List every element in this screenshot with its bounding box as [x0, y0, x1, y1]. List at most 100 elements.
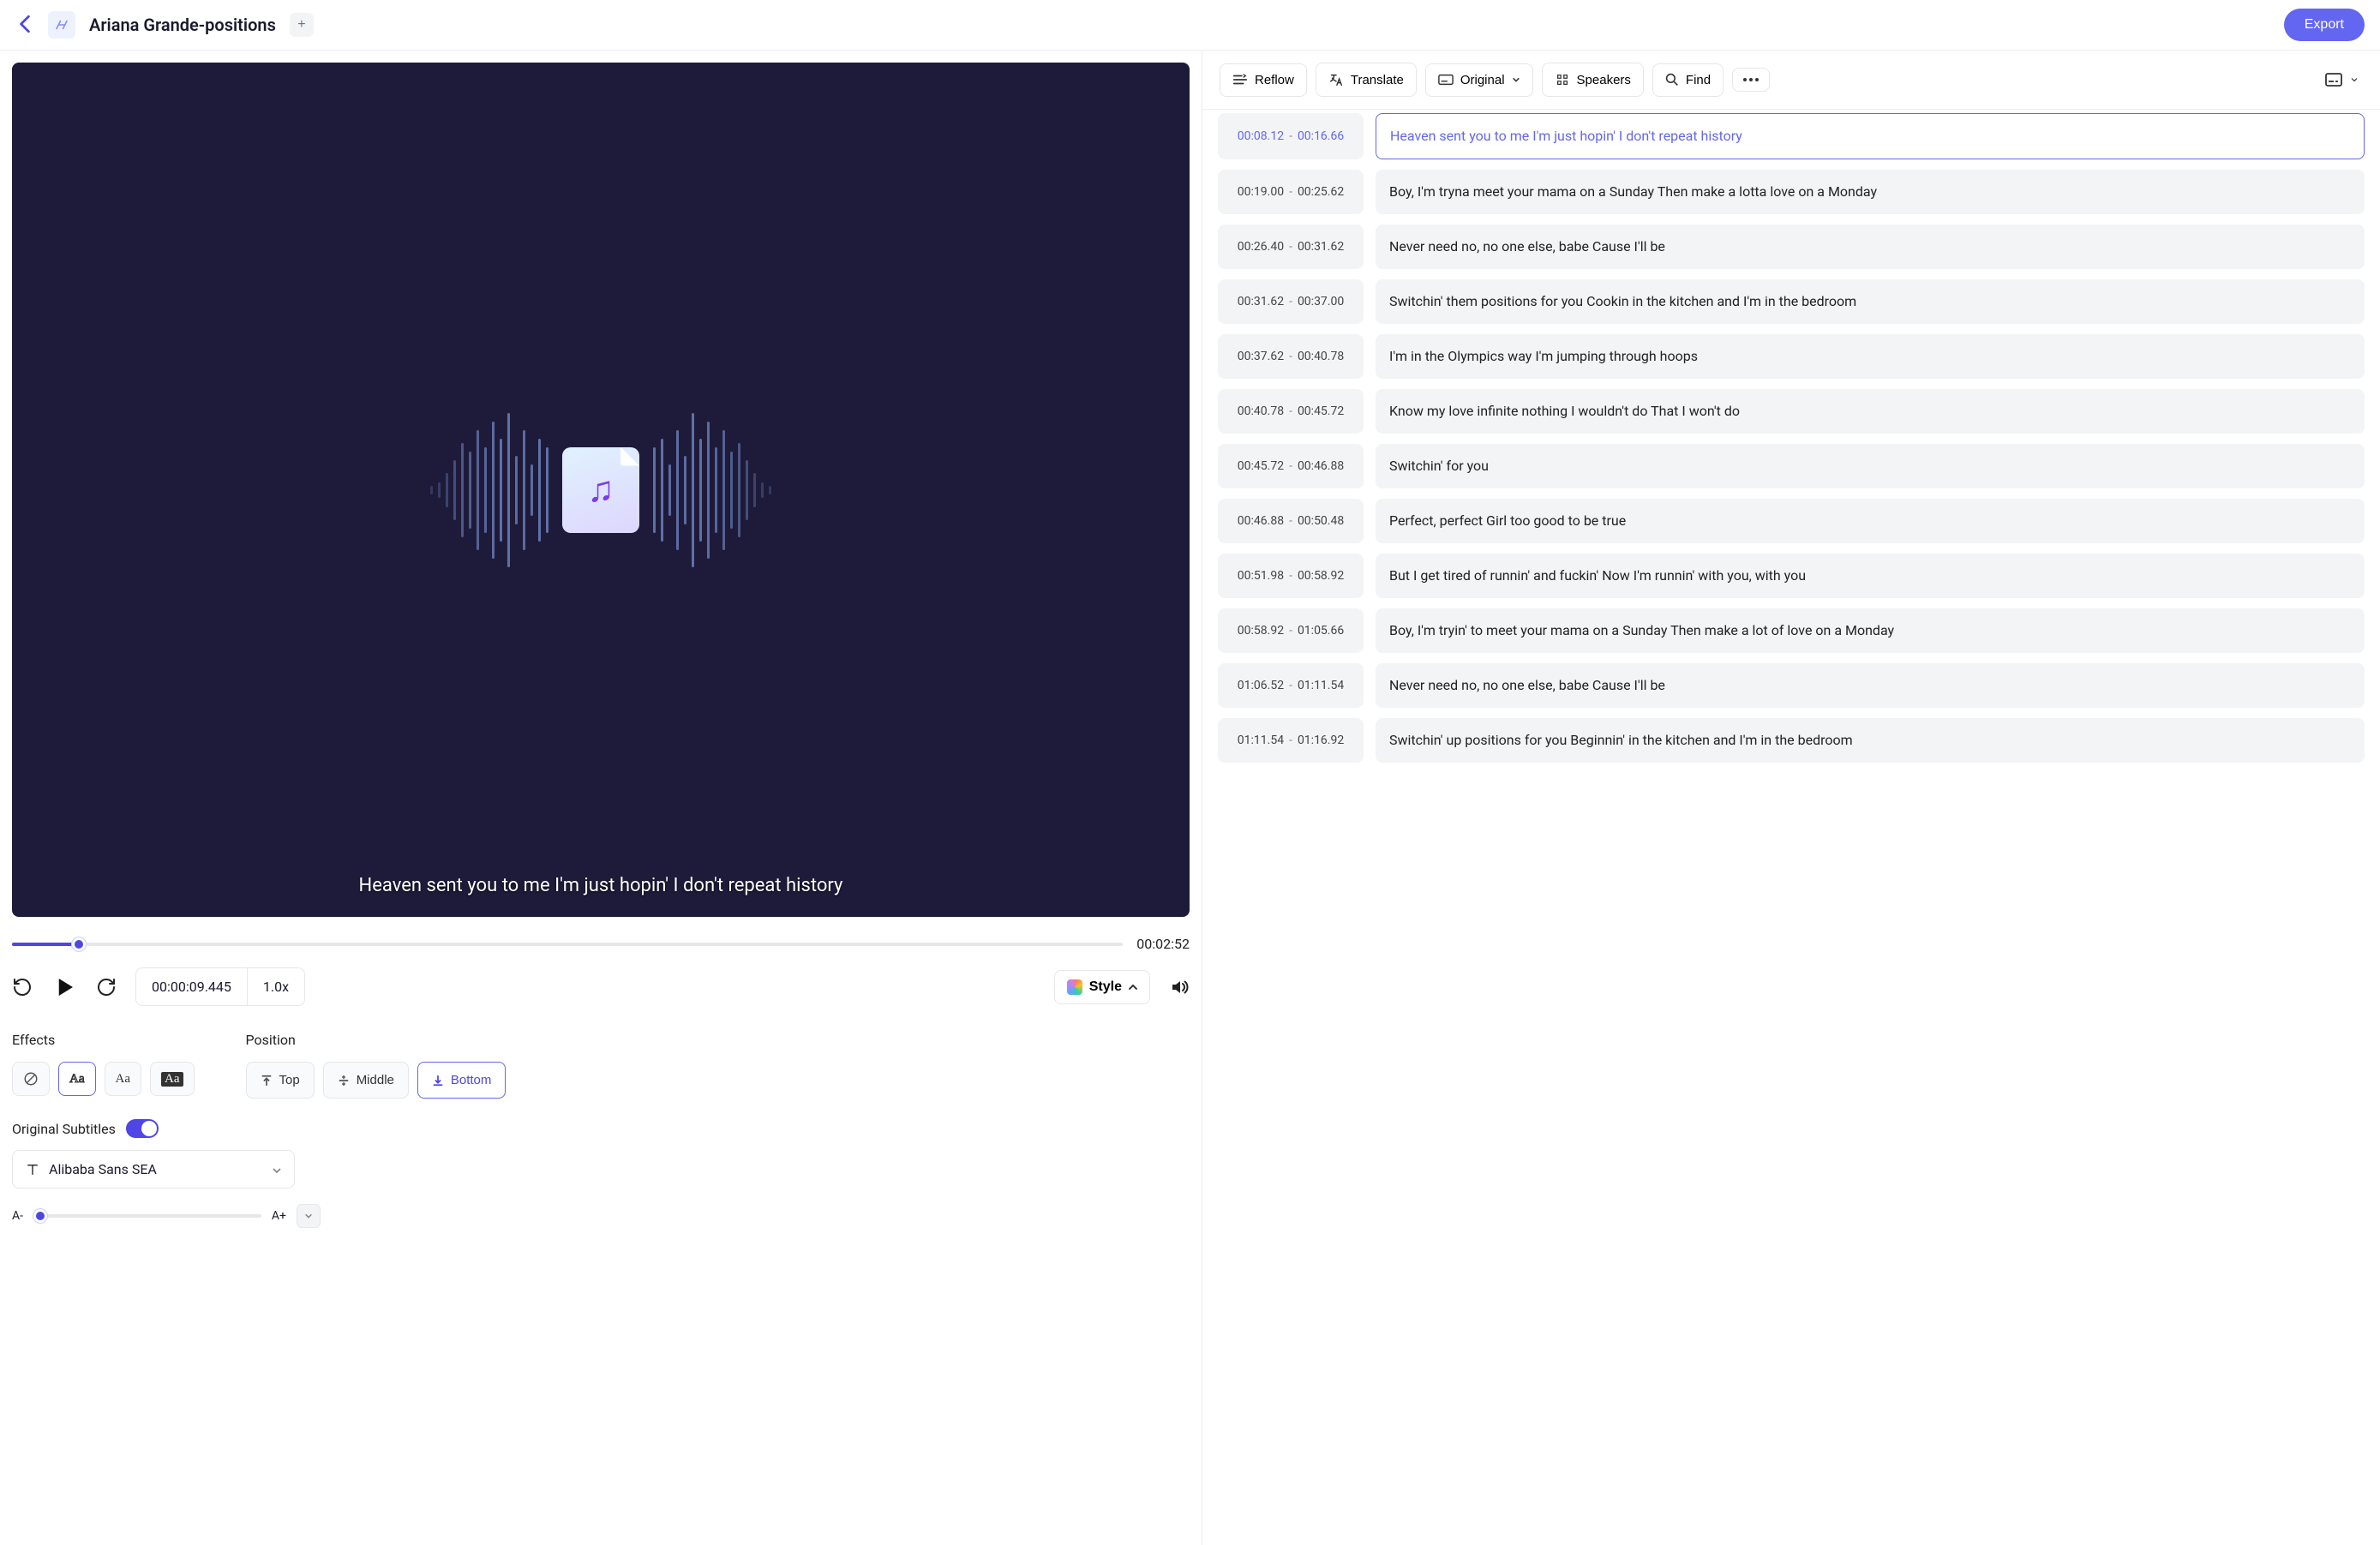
- speakers-label: Speakers: [1577, 73, 1631, 87]
- caption-time[interactable]: 01:11.54-01:16.92: [1218, 718, 1364, 763]
- speakers-button[interactable]: Speakers: [1542, 63, 1644, 97]
- text-icon: [25, 1162, 40, 1177]
- position-top-label: Top: [279, 1073, 300, 1087]
- caption-end: 00:40.78: [1298, 350, 1344, 363]
- caption-end: 01:05.66: [1298, 624, 1344, 638]
- reflow-label: Reflow: [1255, 73, 1294, 87]
- caption-end: 00:58.92: [1298, 569, 1344, 583]
- caption-text[interactable]: Switchin' for you: [1376, 444, 2365, 488]
- chevron-down-icon: [272, 1161, 282, 1177]
- find-label: Find: [1686, 73, 1711, 87]
- caption-time[interactable]: 01:06.52-01:11.54: [1218, 663, 1364, 708]
- dash: -: [1289, 404, 1292, 418]
- position-bottom-button[interactable]: Bottom: [417, 1062, 507, 1099]
- caption-end: 00:25.62: [1298, 185, 1344, 199]
- dash: -: [1289, 679, 1292, 692]
- caption-time[interactable]: 00:26.40-00:31.62: [1218, 225, 1364, 269]
- header-left: Ariana Grande-positions +: [15, 11, 314, 39]
- playback-speed[interactable]: 1.0x: [248, 968, 304, 1005]
- dash: -: [1289, 240, 1292, 254]
- caption-time[interactable]: 00:37.62-00:40.78: [1218, 334, 1364, 379]
- back-button[interactable]: [15, 11, 34, 39]
- play-button[interactable]: [51, 974, 77, 1000]
- style-button-label: Style: [1089, 979, 1122, 995]
- caption-row[interactable]: 00:26.40-00:31.62 Never need no, no one e…: [1218, 225, 2365, 269]
- right-panel: Reflow Translate Original Speakers: [1202, 51, 2380, 1545]
- more-button[interactable]: [1732, 68, 1770, 92]
- total-duration: 00:02:52: [1136, 936, 1190, 952]
- position-top-button[interactable]: Top: [246, 1062, 315, 1099]
- effect-normal-button[interactable]: Aa: [105, 1062, 142, 1096]
- video-preview[interactable]: ♫ Heaven sent you to me I'm just hopin' …: [12, 63, 1190, 917]
- seek-bar[interactable]: [12, 943, 1123, 946]
- add-tab-button[interactable]: +: [290, 13, 314, 37]
- view-mode-button[interactable]: [2320, 67, 2363, 93]
- caption-row[interactable]: 00:58.92-01:05.66 Boy, I'm tryin' to meet…: [1218, 608, 2365, 653]
- project-title: Ariana Grande-positions: [89, 15, 276, 35]
- effect-outline-button[interactable]: Aa: [58, 1062, 96, 1096]
- caption-time[interactable]: 00:51.98-00:58.92: [1218, 554, 1364, 598]
- export-button[interactable]: Export: [2284, 9, 2365, 41]
- original-button[interactable]: Original: [1425, 63, 1533, 97]
- position-middle-button[interactable]: Middle: [323, 1062, 409, 1099]
- caption-row[interactable]: 00:45.72-00:46.88 Switchin' for you: [1218, 444, 2365, 488]
- original-subtitles-toggle[interactable]: [126, 1119, 159, 1138]
- caption-text[interactable]: Switchin' them positions for you Cookin …: [1376, 279, 2365, 324]
- caption-text[interactable]: Know my love infinite nothing I wouldn't…: [1376, 389, 2365, 434]
- caption-text[interactable]: Heaven sent you to me I'm just hopin' I …: [1376, 113, 2365, 159]
- rewind-button[interactable]: [12, 977, 33, 997]
- aa-boxed-icon: Aa: [161, 1072, 183, 1087]
- caption-row[interactable]: 01:11.54-01:16.92 Switchin' up positions …: [1218, 718, 2365, 763]
- caption-row[interactable]: 00:19.00-00:25.62 Boy, I'm tryna meet you…: [1218, 170, 2365, 214]
- find-button[interactable]: Find: [1652, 63, 1724, 97]
- caption-end: 00:16.66: [1298, 129, 1344, 143]
- caption-text[interactable]: Boy, I'm tryin' to meet your mama on a S…: [1376, 608, 2365, 653]
- dash: -: [1289, 185, 1292, 199]
- reflow-button[interactable]: Reflow: [1220, 63, 1307, 97]
- caption-end: 00:45.72: [1298, 404, 1344, 418]
- caption-time[interactable]: 00:19.00-00:25.62: [1218, 170, 1364, 214]
- font-color-picker[interactable]: [297, 1204, 321, 1228]
- chevron-up-icon: [1129, 984, 1137, 991]
- dash: -: [1289, 514, 1292, 528]
- caption-text[interactable]: Switchin' up positions for you Beginnin'…: [1376, 718, 2365, 763]
- forward-button[interactable]: [96, 977, 117, 997]
- caption-time[interactable]: 00:46.88-00:50.48: [1218, 499, 1364, 543]
- volume-button[interactable]: [1169, 977, 1190, 997]
- translate-icon: [1328, 72, 1344, 87]
- caption-row[interactable]: 01:06.52-01:11.54 Never need no, no one e…: [1218, 663, 2365, 708]
- app-logo-icon: [48, 11, 75, 39]
- caption-row[interactable]: 00:46.88-00:50.48 Perfect, perfect Girl t…: [1218, 499, 2365, 543]
- font-size-slider[interactable]: [33, 1214, 261, 1218]
- caption-text[interactable]: Never need no, no one else, babe Cause I…: [1376, 225, 2365, 269]
- caption-row[interactable]: 00:08.12-00:16.66 Heaven sent you to me I…: [1218, 113, 2365, 159]
- caption-row[interactable]: 00:37.62-00:40.78 I'm in the Olympics way…: [1218, 334, 2365, 379]
- caption-time[interactable]: 00:08.12-00:16.66: [1218, 113, 1364, 159]
- caption-time[interactable]: 00:40.78-00:45.72: [1218, 389, 1364, 434]
- translate-button[interactable]: Translate: [1316, 63, 1417, 97]
- caption-row[interactable]: 00:31.62-00:37.00 Switchin' them position…: [1218, 279, 2365, 324]
- original-label: Original: [1460, 73, 1505, 87]
- current-timecode[interactable]: 00:00:09.445: [136, 968, 247, 1005]
- effect-none-button[interactable]: [12, 1062, 50, 1096]
- caption-time[interactable]: 00:45.72-00:46.88: [1218, 444, 1364, 488]
- caption-text[interactable]: But I get tired of runnin' and fuckin' N…: [1376, 554, 2365, 598]
- caption-time[interactable]: 00:31.62-00:37.00: [1218, 279, 1364, 324]
- style-button[interactable]: Style: [1054, 970, 1150, 1004]
- caption-list[interactable]: 00:08.12-00:16.66 Heaven sent you to me I…: [1202, 110, 2380, 1545]
- caption-end: 00:37.00: [1298, 295, 1344, 308]
- caption-time[interactable]: 00:58.92-01:05.66: [1218, 608, 1364, 653]
- caption-text[interactable]: I'm in the Olympics way I'm jumping thro…: [1376, 334, 2365, 379]
- position-label: Position: [246, 1032, 1190, 1048]
- original-subtitles-label: Original Subtitles: [12, 1121, 116, 1137]
- caption-row[interactable]: 00:40.78-00:45.72 Know my love infinite n…: [1218, 389, 2365, 434]
- caption-row[interactable]: 00:51.98-00:58.92 But I get tired of runn…: [1218, 554, 2365, 598]
- caption-text[interactable]: Never need no, no one else, babe Cause I…: [1376, 663, 2365, 708]
- font-select[interactable]: Alibaba Sans SEA: [12, 1150, 295, 1189]
- caption-start: 00:46.88: [1238, 514, 1284, 528]
- caption-text[interactable]: Perfect, perfect Girl too good to be tru…: [1376, 499, 2365, 543]
- caption-text[interactable]: Boy, I'm tryna meet your mama on a Sunda…: [1376, 170, 2365, 214]
- dash: -: [1289, 129, 1292, 143]
- font-size-decrease: A-: [12, 1209, 23, 1223]
- effect-boxed-button[interactable]: Aa: [150, 1062, 195, 1096]
